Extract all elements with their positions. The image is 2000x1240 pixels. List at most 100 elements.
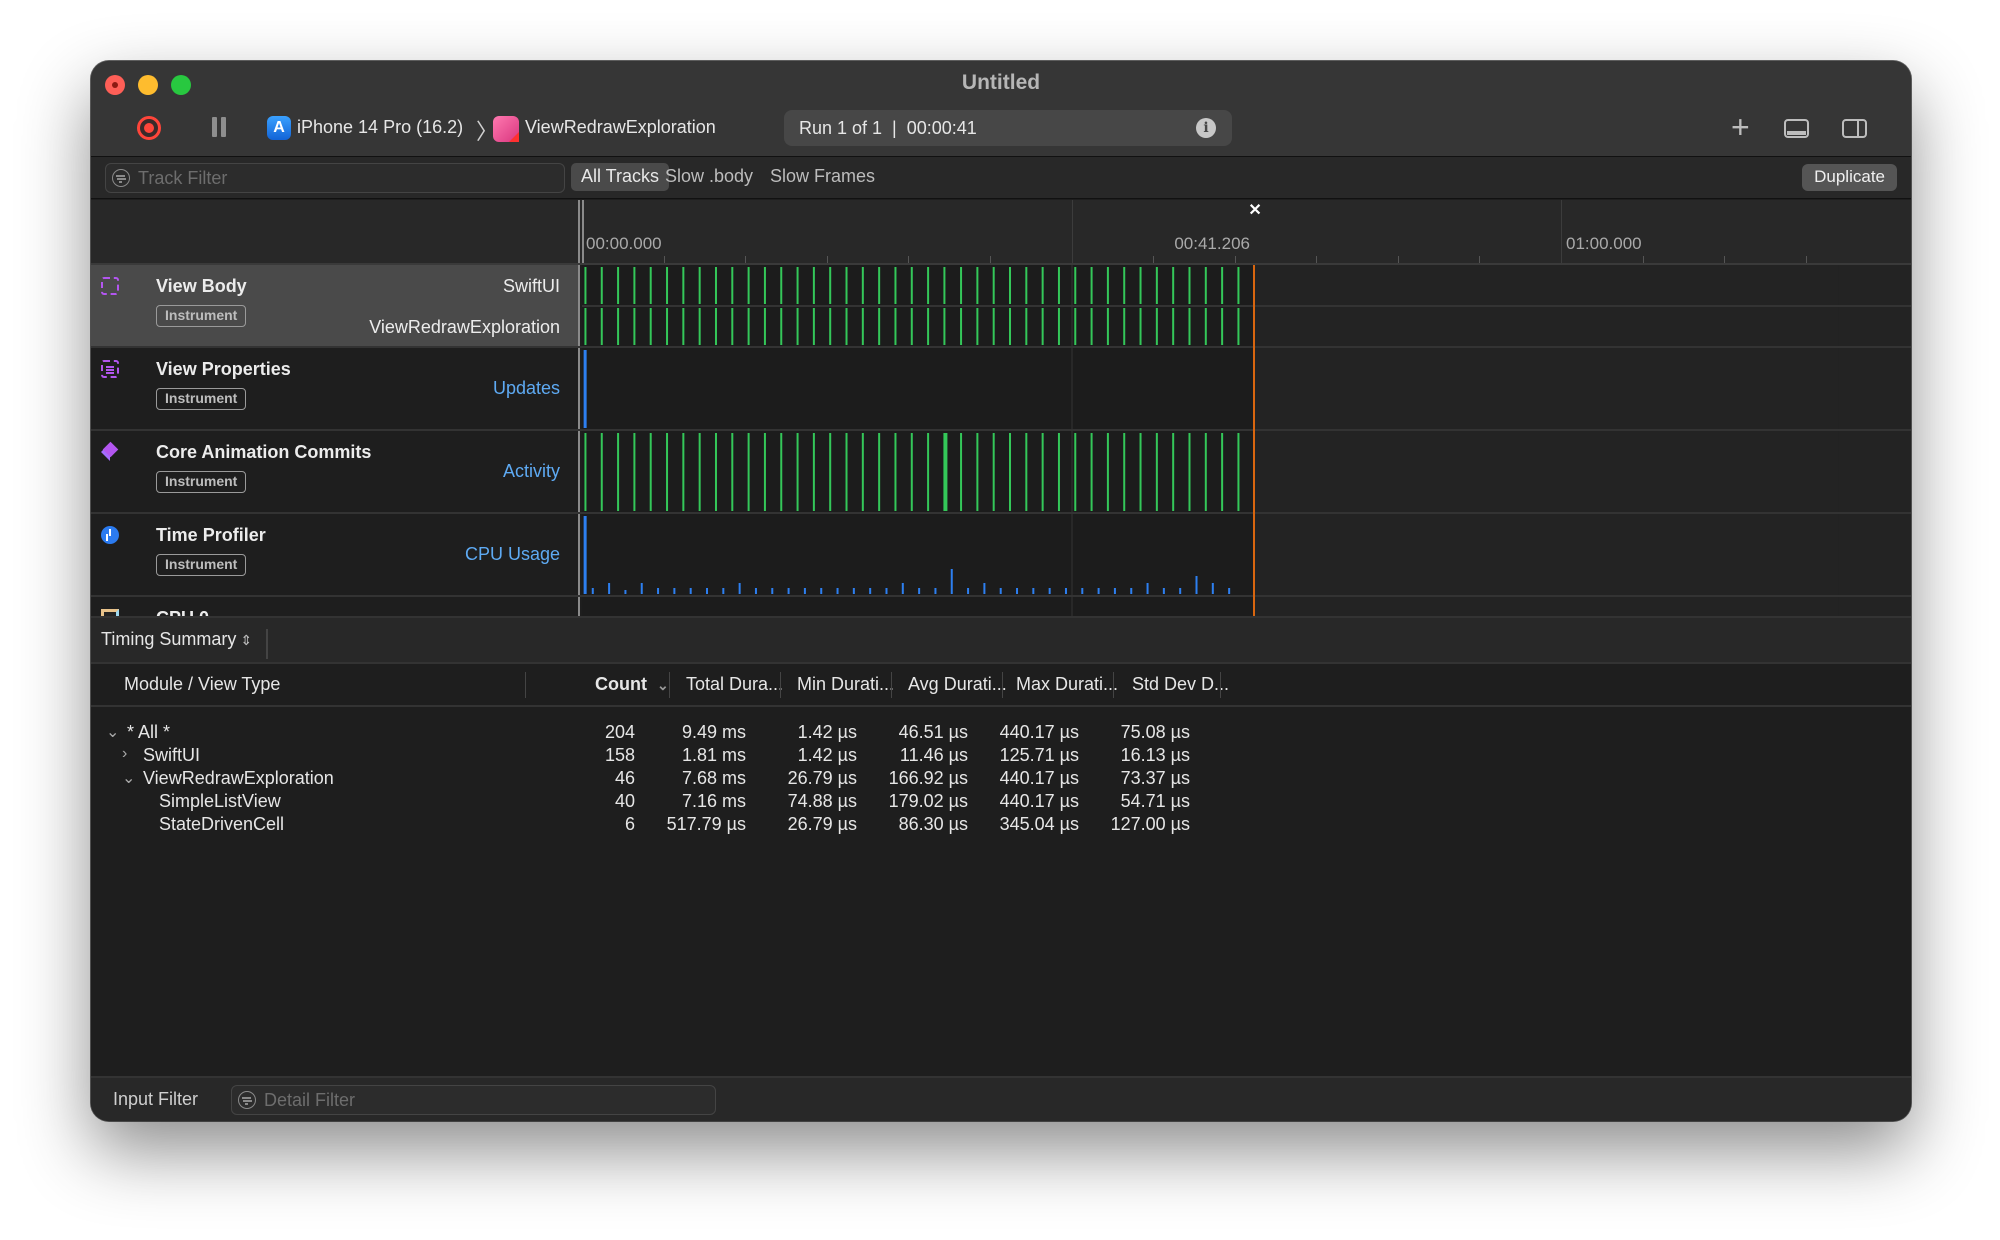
target-app-selector[interactable]: ViewRedrawExploration [525, 117, 716, 138]
toggle-inspector-icon[interactable] [1842, 119, 1867, 138]
chevron-right-icon[interactable]: › [122, 745, 127, 763]
device-selector[interactable]: iPhone 14 Pro (16.2) [297, 117, 463, 138]
ruler-tick [989, 256, 991, 263]
record-button[interactable] [137, 116, 161, 140]
input-filter-label[interactable]: Input Filter [113, 1089, 198, 1110]
track-graph[interactable] [582, 348, 1911, 429]
cpu-bar [640, 583, 643, 594]
track-filter-field[interactable] [105, 163, 565, 193]
track-lane-label[interactable]: CPU Usage [465, 544, 560, 565]
ruler-tick [663, 256, 665, 263]
cpu-bar [967, 588, 970, 594]
detail-filter-input[interactable] [264, 1088, 704, 1112]
commit-mark [1106, 433, 1109, 511]
cell-std: 16.13 µs [1120, 745, 1190, 765]
cpu-bar [738, 583, 741, 594]
duplicate-button[interactable]: Duplicate [1802, 164, 1897, 191]
track-filter-bar: All Tracks Slow .body Slow Frames Duplic… [91, 157, 1911, 199]
column-separator [1113, 672, 1114, 698]
commit-mark [1090, 433, 1093, 511]
event-mark [763, 267, 766, 304]
cpu-bar [885, 588, 888, 594]
event-mark [649, 267, 652, 304]
column-header-module[interactable]: Module / View Type [124, 674, 280, 695]
cpu-bar [722, 588, 725, 594]
activity-lane-svg [582, 431, 1839, 512]
instruments-window: Untitled A iPhone 14 Pro (16.2) 〉 ViewRe… [91, 61, 1911, 1121]
track-filter-input[interactable] [138, 166, 558, 190]
cpu-bar [820, 588, 823, 594]
toggle-detail-panel-icon[interactable] [1784, 119, 1809, 138]
ruler-start-line [582, 200, 584, 263]
column-header-count[interactable]: Count ⌄ [595, 674, 669, 695]
column-header-std-dev[interactable]: Std Dev D... [1132, 674, 1229, 695]
event-mark [1172, 267, 1175, 304]
cell-total: 1.81 ms [681, 745, 746, 765]
track-graph[interactable] [582, 265, 1911, 346]
timeline-ruler[interactable]: 00:00.000 00:41.206 01:00.000 ✕ [91, 200, 1911, 265]
event-mark [1090, 267, 1093, 304]
commit-mark [1025, 433, 1028, 511]
sort-descending-icon: ⌄ [656, 677, 669, 693]
cell-std: 75.08 µs [1120, 722, 1190, 742]
cpu-bar [1146, 583, 1149, 594]
detail-mode-selector[interactable]: Timing Summary ⇕ [101, 629, 269, 659]
view-body-icon [101, 277, 119, 295]
pause-button[interactable] [212, 117, 228, 137]
commit-mark [1204, 433, 1207, 511]
column-header-total-duration[interactable]: Total Dura... [686, 674, 783, 695]
column-header-min-duration[interactable]: Min Durati... [797, 674, 894, 695]
app-icon [493, 116, 519, 142]
track-lane-label[interactable]: Activity [503, 461, 560, 482]
track-cpu-0[interactable]: CPU 0 [91, 597, 1911, 616]
event-mark [731, 267, 734, 304]
column-header-max-duration[interactable]: Max Durati... [1016, 674, 1118, 695]
cell-std: 73.37 µs [1120, 768, 1190, 788]
chevron-down-icon[interactable]: ⌄ [122, 768, 135, 788]
track-time-profiler[interactable]: Time Profiler Instrument CPU Usage [91, 514, 1911, 597]
instrument-badge: Instrument [156, 388, 247, 410]
commit-mark [894, 433, 897, 511]
event-mark [976, 308, 979, 345]
track-title: View Body [156, 276, 247, 296]
cpu-usage-svg [582, 514, 1839, 595]
commit-mark [796, 433, 799, 511]
ruler-tick [745, 256, 747, 263]
track-view-body[interactable]: View Body Instrument SwiftUI ViewRedrawE… [91, 265, 1911, 348]
track-lane-label[interactable]: Updates [493, 378, 560, 399]
info-icon[interactable]: i [1196, 118, 1216, 138]
track-view-properties[interactable]: View Properties Instrument Updates [91, 348, 1911, 431]
track-graph[interactable] [582, 431, 1911, 512]
detail-view-bar: Timing Summary ⇕ [91, 616, 1911, 664]
column-header-avg-duration[interactable]: Avg Durati... [908, 674, 1007, 695]
run-info: Run 1 of 1 | 00:00:41 [799, 118, 977, 138]
event-mark [1204, 308, 1207, 345]
playhead[interactable] [1253, 265, 1256, 616]
cpu-bar [1016, 588, 1019, 594]
add-instrument-button[interactable]: + [1731, 109, 1750, 146]
ruler-label-one-minute: 01:00.000 [1566, 234, 1642, 253]
table-row[interactable]: StateDrivenCell 6 517.79 µs 26.79 µs 86.30 µ… [91, 811, 1911, 840]
event-mark [910, 308, 913, 345]
commit-mark [1172, 433, 1175, 511]
run-status-box[interactable]: Run 1 of 1 | 00:00:41 i [784, 110, 1232, 146]
detail-filter-field[interactable] [231, 1085, 716, 1115]
cell-min: 26.79 µs [787, 768, 857, 788]
commit-mark [1139, 433, 1142, 511]
cpu-bar [1032, 588, 1035, 594]
ruler-tick [1153, 256, 1155, 263]
track-core-animation-commits[interactable]: Core Animation Commits Instrument Activi… [91, 431, 1911, 514]
track-graph[interactable] [582, 514, 1911, 595]
recorded-area [582, 514, 1255, 595]
commit-mark [878, 433, 881, 511]
commit-mark [829, 433, 832, 511]
cpu-icon [101, 609, 119, 616]
event-mark [584, 308, 587, 345]
tab-slow-body[interactable]: Slow .body [655, 163, 763, 191]
track-graph[interactable] [582, 597, 1911, 616]
tab-slow-frames[interactable]: Slow Frames [760, 163, 885, 191]
event-mark [714, 267, 717, 304]
chevron-down-icon[interactable]: ⌄ [106, 722, 119, 742]
column-label: Count [595, 674, 647, 694]
event-mark [960, 308, 963, 345]
